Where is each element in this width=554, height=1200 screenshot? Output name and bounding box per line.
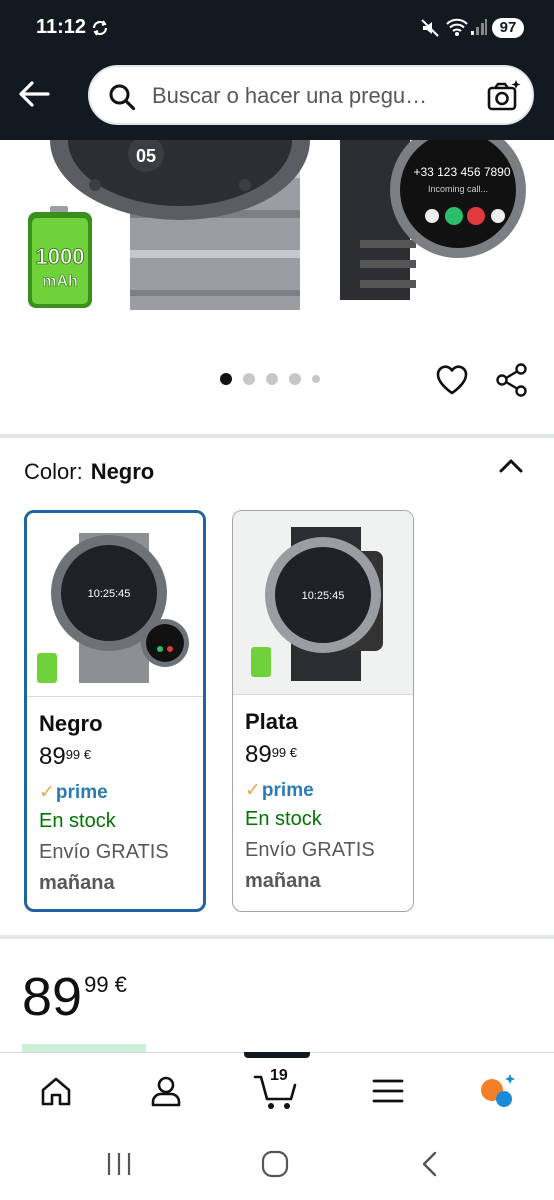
carousel-dot[interactable] (289, 373, 301, 385)
wifi-icon (446, 17, 468, 42)
shipping-day: mañana (39, 872, 115, 894)
rufus-icon (481, 1074, 515, 1107)
svg-text:1000: 1000 (36, 244, 85, 269)
color-option-negro[interactable]: 10:25:45 Negro 8999 € ✓ prime En stock En… (24, 510, 206, 912)
status-bar: 11:12 97 (0, 0, 554, 58)
carousel-dot[interactable] (220, 373, 232, 385)
battery-level: 97 (492, 18, 524, 38)
sync-icon (90, 18, 110, 43)
svg-text:10:25:45: 10:25:45 (88, 588, 131, 600)
prime-badge: ✓ prime (39, 781, 108, 804)
back-arrow-icon (19, 81, 50, 107)
shipping-info: Envío GRATIS (245, 839, 375, 861)
search-icon (108, 83, 136, 116)
camera-search-icon[interactable] (486, 79, 522, 118)
black-watch-graphic: +33 123 456 7890 Incoming call... (340, 140, 526, 300)
battery-badge-graphic: 1000 mAh (28, 206, 92, 308)
search-input[interactable]: Buscar o hacer una pregu… (88, 65, 534, 125)
swatch-image: 10:25:45 (233, 511, 413, 695)
color-option-plata[interactable]: 10:25:45 Plata 8999 € ✓ prime En stock En… (232, 510, 414, 912)
swatch-price: 8999 € (39, 743, 92, 770)
menu-icon (372, 1079, 404, 1103)
svg-text:mAh: mAh (42, 273, 78, 290)
swatch-price: 8999 € (245, 741, 298, 768)
prime-check-icon: ✓ (245, 780, 261, 801)
color-label-text: Color: (24, 459, 83, 484)
app-header: Buscar o hacer una pregu… (0, 58, 554, 140)
prime-check-icon: ✓ (39, 782, 55, 803)
swatch-image: 10:25:45 (27, 513, 203, 697)
prime-badge: ✓ prime (245, 779, 314, 802)
swatch-name: Plata (245, 709, 298, 734)
home-icon (41, 1077, 71, 1106)
swatch-name: Negro (39, 711, 103, 736)
svg-text:10:25:45: 10:25:45 (302, 590, 345, 602)
svg-text:Incoming call...: Incoming call... (428, 184, 488, 194)
carousel-dots[interactable] (220, 373, 320, 385)
shipping-info: Envío GRATIS (39, 841, 169, 863)
share-icon[interactable] (494, 362, 530, 403)
recents-button[interactable] (104, 1150, 134, 1183)
section-divider (0, 434, 554, 438)
svg-text:+33 123 456 7890: +33 123 456 7890 (413, 165, 510, 179)
nav-menu[interactable] (366, 1071, 410, 1111)
search-placeholder: Buscar o hacer una pregu… (152, 83, 428, 108)
nav-home[interactable] (34, 1071, 78, 1111)
account-icon (151, 1076, 181, 1107)
system-back-button[interactable] (418, 1150, 442, 1183)
bottom-nav: 19 (0, 1052, 554, 1128)
nav-rufus[interactable] (476, 1071, 520, 1111)
product-image[interactable]: 05 +33 123 456 7890 Incoming call... 100… (0, 140, 554, 316)
signal-icon (470, 18, 488, 41)
home-circle-icon (261, 1150, 289, 1178)
nav-cart[interactable]: 19 (252, 1067, 302, 1111)
nav-account[interactable] (144, 1071, 188, 1111)
section-divider (0, 935, 554, 939)
color-label: Color: Negro (24, 459, 154, 485)
back-button[interactable] (16, 78, 52, 110)
stock-status: En stock (39, 810, 116, 832)
mute-icon (420, 18, 440, 43)
carousel-dot[interactable] (243, 373, 255, 385)
recents-icon (107, 1153, 131, 1175)
chevron-left-icon (422, 1151, 437, 1177)
color-selected-value: Negro (90, 459, 155, 484)
carousel-dot[interactable] (312, 375, 320, 383)
status-time: 11:12 (36, 16, 87, 38)
active-tab-indicator (244, 1052, 310, 1058)
product-price: 8999 € (22, 967, 127, 1027)
chevron-up-icon[interactable] (498, 456, 524, 481)
stock-status: En stock (245, 808, 322, 830)
carousel-dot[interactable] (266, 373, 278, 385)
svg-text:05: 05 (136, 146, 156, 166)
shipping-day: mañana (245, 870, 321, 892)
system-nav (0, 1128, 554, 1200)
wishlist-heart-icon[interactable] (434, 362, 470, 403)
cart-count: 19 (270, 1067, 288, 1084)
home-button[interactable] (260, 1150, 290, 1183)
